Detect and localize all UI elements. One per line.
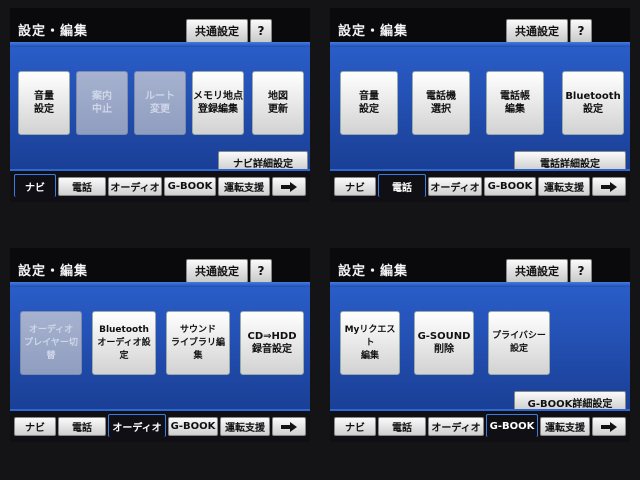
nav-screen: 設定・編集 共通設定 ? Myリクエスト 編集 G-SOUND 削除 プライバシ…	[330, 248, 630, 442]
menu-area: 音量 設定 電話機 選択 電話帳 編集 Bluetooth 設定 電話詳細設定	[330, 47, 630, 173]
tile-sound-library-edit[interactable]: サウンド ライブラリ編集	[166, 311, 230, 375]
tab-gbook[interactable]: G-BOOK	[164, 177, 216, 196]
help-button[interactable]: ?	[570, 259, 592, 283]
tile-g-sound-delete[interactable]: G-SOUND 削除	[414, 311, 474, 375]
next-button[interactable]	[272, 177, 306, 196]
tab-bar: ナビ 電話 オーディオ G-BOOK 運転支援	[330, 409, 630, 442]
help-button[interactable]: ?	[570, 19, 592, 43]
tab-gbook[interactable]: G-BOOK	[484, 177, 536, 196]
tab-phone[interactable]: 電話	[378, 174, 426, 197]
tab-audio[interactable]: オーディオ	[108, 414, 166, 437]
tab-phone[interactable]: 電話	[378, 417, 426, 436]
tab-driving-support[interactable]: 運転支援	[538, 177, 590, 196]
next-button[interactable]	[272, 417, 306, 436]
tab-navi[interactable]: ナビ	[334, 417, 376, 436]
tile-my-request-edit[interactable]: Myリクエスト 編集	[340, 311, 400, 375]
nav-screen: 設定・編集 共通設定 ? 音量 設定 電話機 選択 電話帳 編集 Bluetoo…	[330, 8, 630, 202]
next-button[interactable]	[592, 177, 626, 196]
panel-phone: 設定・編集 共通設定 ? 音量 設定 電話機 選択 電話帳 編集 Bluetoo…	[320, 0, 640, 240]
right-arrow-icon	[281, 421, 297, 432]
tab-navi[interactable]: ナビ	[14, 417, 56, 436]
tab-gbook[interactable]: G-BOOK	[486, 414, 538, 437]
tab-gbook[interactable]: G-BOOK	[168, 417, 218, 436]
menu-area: 音量 設定 案内 中止 ルート 変更 メモリ地点 登録編集 地図 更新 ナビ詳細…	[10, 47, 310, 173]
tab-phone[interactable]: 電話	[58, 177, 106, 196]
tab-bar: ナビ 電話 オーディオ G-BOOK 運転支援	[10, 169, 310, 202]
tile-memory-points[interactable]: メモリ地点 登録編集	[192, 71, 244, 135]
common-settings-button[interactable]: 共通設定	[506, 259, 568, 283]
tab-bar: ナビ 電話 オーディオ G-BOOK 運転支援	[330, 169, 630, 202]
tile-privacy-settings[interactable]: プライバシー 設定	[488, 311, 550, 375]
tab-audio[interactable]: オーディオ	[428, 177, 482, 196]
help-button[interactable]: ?	[250, 19, 272, 43]
panel-navi: 設定・編集 共通設定 ? 音量 設定 案内 中止 ルート 変更 メモリ地点 登録…	[0, 0, 320, 240]
right-arrow-icon	[281, 181, 297, 192]
help-button[interactable]: ?	[250, 259, 272, 283]
tile-bluetooth-settings[interactable]: Bluetooth 設定	[562, 71, 624, 135]
tab-driving-support[interactable]: 運転支援	[220, 417, 270, 436]
common-settings-button[interactable]: 共通設定	[506, 19, 568, 43]
tile-route-change: ルート 変更	[134, 71, 186, 135]
nav-screen: 設定・編集 共通設定 ? 音量 設定 案内 中止 ルート 変更 メモリ地点 登録…	[10, 8, 310, 202]
panel-audio: 設定・編集 共通設定 ? オーディオ プレイヤー切替 Bluetooth オーデ…	[0, 240, 320, 480]
tile-phonebook-edit[interactable]: 電話帳 編集	[486, 71, 544, 135]
tab-bar: ナビ 電話 オーディオ G-BOOK 運転支援	[10, 409, 310, 442]
tab-navi[interactable]: ナビ	[334, 177, 376, 196]
page-title: 設定・編集	[18, 24, 89, 39]
right-arrow-icon	[601, 181, 617, 192]
common-settings-button[interactable]: 共通設定	[186, 19, 248, 43]
tile-guidance-stop: 案内 中止	[76, 71, 128, 135]
screen-grid: 設定・編集 共通設定 ? 音量 設定 案内 中止 ルート 変更 メモリ地点 登録…	[0, 0, 640, 480]
tile-phone-select[interactable]: 電話機 選択	[412, 71, 470, 135]
tab-driving-support[interactable]: 運転支援	[218, 177, 270, 196]
tab-phone[interactable]: 電話	[58, 417, 106, 436]
nav-screen: 設定・編集 共通設定 ? オーディオ プレイヤー切替 Bluetooth オーデ…	[10, 248, 310, 442]
tab-driving-support[interactable]: 運転支援	[540, 417, 590, 436]
tile-audio-player-switch: オーディオ プレイヤー切替	[20, 311, 82, 375]
tab-audio[interactable]: オーディオ	[108, 177, 162, 196]
tab-navi[interactable]: ナビ	[14, 174, 56, 197]
menu-area: Myリクエスト 編集 G-SOUND 削除 プライバシー 設定 G-BOOK詳細…	[330, 287, 630, 413]
common-settings-button[interactable]: 共通設定	[186, 259, 248, 283]
menu-area: オーディオ プレイヤー切替 Bluetooth オーディオ設定 サウンド ライブ…	[10, 287, 310, 409]
next-button[interactable]	[592, 417, 626, 436]
tile-bluetooth-audio-settings[interactable]: Bluetooth オーディオ設定	[92, 311, 156, 375]
page-title: 設定・編集	[338, 24, 409, 39]
right-arrow-icon	[601, 421, 617, 432]
page-title: 設定・編集	[18, 264, 89, 279]
tile-map-update[interactable]: 地図 更新	[252, 71, 304, 135]
tile-volume-settings[interactable]: 音量 設定	[340, 71, 398, 135]
tab-audio[interactable]: オーディオ	[428, 417, 484, 436]
tile-volume-settings[interactable]: 音量 設定	[18, 71, 70, 135]
page-title: 設定・編集	[338, 264, 409, 279]
panel-gbook: 設定・編集 共通設定 ? Myリクエスト 編集 G-SOUND 削除 プライバシ…	[320, 240, 640, 480]
tile-cd-hdd-recording[interactable]: CD⇒HDD 録音設定	[240, 311, 304, 375]
